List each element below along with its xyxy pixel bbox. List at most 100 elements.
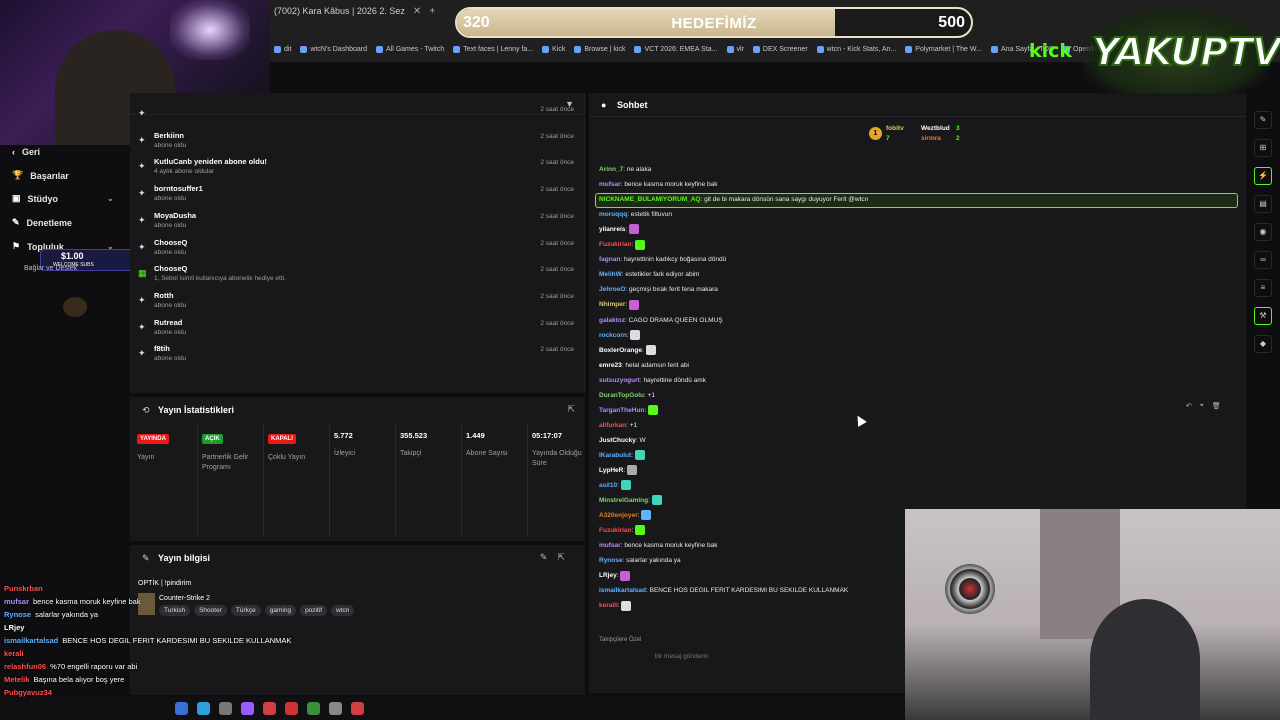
- bookmark[interactable]: All Games - Twitch: [376, 45, 444, 53]
- bookmark[interactable]: Browse | kick: [574, 45, 625, 53]
- chat-username[interactable]: moruqqq: [599, 211, 627, 218]
- chat-username[interactable]: Fuzukirlan: [599, 527, 632, 534]
- stat-item: KAPALI Çoklu Yayın: [268, 431, 328, 463]
- sidebar-item-label: Stüdyo: [27, 193, 59, 204]
- activity-username[interactable]: f8tih: [154, 344, 170, 353]
- bookmark[interactable]: DEX Screener: [752, 45, 808, 53]
- chat-username[interactable]: rockcorn: [599, 332, 627, 339]
- chat-username[interactable]: yilanreis: [599, 226, 625, 233]
- chat-username[interactable]: A320enjoyer: [599, 512, 638, 519]
- activity-username[interactable]: MoyaDusha: [154, 211, 196, 220]
- chat-username[interactable]: galaktoz: [599, 317, 625, 324]
- leader-name[interactable]: Weztblud: [921, 125, 950, 132]
- chat-username[interactable]: mufsar: [599, 542, 621, 549]
- taskbar-app-icon[interactable]: [219, 702, 232, 715]
- bookmark[interactable]: Text faces | Lenny fa...: [453, 45, 533, 53]
- stat-value: 5.772: [334, 431, 353, 440]
- activity-username[interactable]: KutluCanb yeniden abone oldu!: [154, 157, 267, 166]
- taskbar-app-icon[interactable]: [241, 702, 254, 715]
- chat-username[interactable]: Arinn_7: [599, 166, 623, 173]
- taskbar-app-icon[interactable]: [329, 702, 342, 715]
- tag-chip[interactable]: pozitif: [300, 605, 328, 616]
- taskbar-app-icon[interactable]: [175, 702, 188, 715]
- pin-icon[interactable]: ⌖: [1200, 402, 1204, 410]
- edit-icon[interactable]: ✎: [1254, 111, 1272, 129]
- chat-username[interactable]: JustChucky: [599, 437, 636, 444]
- browser-tab[interactable]: (7002) Kara Kâbus | 2026 2. Sez ✕ +: [274, 6, 435, 17]
- sidebar-item-1[interactable]: 🏆 Başarılar: [12, 170, 69, 181]
- chat-username[interactable]: LypHeR: [599, 467, 623, 474]
- chat-username[interactable]: sutsuzyogurt: [599, 377, 640, 384]
- taskbar-app-icon[interactable]: [285, 702, 298, 715]
- bookmark[interactable]: vlr: [726, 45, 744, 53]
- chat-username[interactable]: BoxlerOrange: [599, 347, 642, 354]
- chat-username[interactable]: alifurkan: [599, 422, 626, 429]
- leader-name[interactable]: fobitv: [886, 125, 904, 132]
- sidebar-item-3[interactable]: ✎ Denetleme: [12, 217, 72, 228]
- chat-username[interactable]: lKarabulut: [599, 452, 631, 459]
- chat-username[interactable]: ismailkartalsad: [599, 587, 646, 594]
- activity-username[interactable]: Berkiinn: [154, 131, 184, 140]
- activity-username[interactable]: Rutread: [154, 318, 182, 327]
- chat-message: keraili:: [599, 600, 632, 612]
- taskbar-app-icon[interactable]: [263, 702, 276, 715]
- tools-icon[interactable]: ⚒: [1254, 307, 1272, 325]
- activity-description: abone oldu: [154, 221, 187, 229]
- activity-username[interactable]: Rotth: [154, 291, 174, 300]
- leader-name[interactable]: sirmra: [921, 135, 941, 142]
- chat-username[interactable]: Rynose: [599, 557, 622, 564]
- bookmark[interactable]: Polymarket | The W...: [905, 45, 982, 53]
- chat-text: salarlar yakında ya: [626, 557, 681, 565]
- chat-bubble-icon[interactable]: ◉: [1254, 223, 1272, 241]
- close-icon[interactable]: ✕: [413, 6, 421, 17]
- chat-username[interactable]: MelihW: [599, 271, 622, 278]
- bookmark[interactable]: Kick: [542, 45, 565, 53]
- activity-username[interactable]: borntosuffer1: [154, 184, 203, 193]
- new-tab-icon[interactable]: +: [429, 6, 435, 17]
- sidebar-item-0[interactable]: ‹ Geri: [12, 147, 40, 157]
- reply-icon[interactable]: ↶: [1186, 402, 1192, 410]
- popout-icon[interactable]: ⇱: [567, 404, 575, 415]
- tag-chip[interactable]: wtcn: [331, 605, 355, 616]
- sidebar-extra-label[interactable]: Bağlar ve Destek: [24, 265, 77, 272]
- expand-icon[interactable]: ⊞: [1254, 139, 1272, 157]
- bookmark-favicon-icon: [990, 45, 998, 53]
- chat-username[interactable]: keraili: [599, 602, 618, 609]
- emote-icon: [630, 329, 641, 340]
- chat-username[interactable]: emre23: [599, 362, 622, 369]
- taskbar-app-icon[interactable]: [351, 702, 364, 715]
- chat-message: JehroeO: geçmişi bırak ferit fena makara: [599, 284, 718, 296]
- layers-icon[interactable]: ≡: [1254, 279, 1272, 297]
- chat-username[interactable]: JehroeO: [599, 286, 625, 293]
- chevron-down-icon[interactable]: ⌄: [107, 194, 114, 203]
- chat-username[interactable]: DuranTopGolu: [599, 392, 644, 399]
- chat-username[interactable]: mufsar: [599, 181, 621, 188]
- chat-username[interactable]: NICKNAME_BULAMIYORUM_AQ: [599, 196, 700, 203]
- bookmark[interactable]: wtcN's Dashboard: [300, 45, 367, 53]
- bookmark[interactable]: VCT 2026: EMEA Sta...: [634, 45, 718, 53]
- activity-time: 2 saat önce: [540, 346, 574, 354]
- bookmark-favicon-icon: [274, 45, 281, 53]
- link-icon[interactable]: ∞: [1254, 251, 1272, 269]
- chat-username[interactable]: asil10: [599, 482, 617, 489]
- chat-username[interactable]: Nhimper: [599, 301, 625, 308]
- chat-username[interactable]: Fuzukirlan: [599, 241, 632, 248]
- chat-username[interactable]: MinstrelGaming: [599, 497, 648, 504]
- edit-icon[interactable]: ✎⇱: [540, 552, 575, 563]
- activity-username[interactable]: ChooseQ: [154, 264, 187, 273]
- delete-icon[interactable]: 🗑: [1212, 402, 1221, 410]
- chat-input[interactable]: Takipçilere Özel bir mesaj gönderin: [595, 633, 905, 683]
- sidebar-item-2[interactable]: ▣ Stüdyo ⌄: [12, 193, 114, 204]
- document-icon[interactable]: ▤: [1254, 195, 1272, 213]
- gem-icon[interactable]: ◆: [1254, 335, 1272, 353]
- chat-username[interactable]: TarganTheHun: [599, 407, 644, 414]
- chat-username[interactable]: fagnan: [599, 256, 620, 263]
- bookmark[interactable]: wtcn - Kick Stats, An...: [816, 45, 896, 53]
- bookmark[interactable]: dit: [274, 45, 291, 53]
- lightning-icon[interactable]: ⚡: [1254, 167, 1272, 185]
- chat-username[interactable]: LRjey: [599, 572, 617, 579]
- activity-username[interactable]: ChooseQ: [154, 238, 187, 247]
- stream-stats-panel: ⟲ Yayın İstatistikleri ⇱ YAYINDA Yayın AÇI…: [130, 395, 585, 541]
- taskbar-app-icon[interactable]: [197, 702, 210, 715]
- taskbar-app-icon[interactable]: [307, 702, 320, 715]
